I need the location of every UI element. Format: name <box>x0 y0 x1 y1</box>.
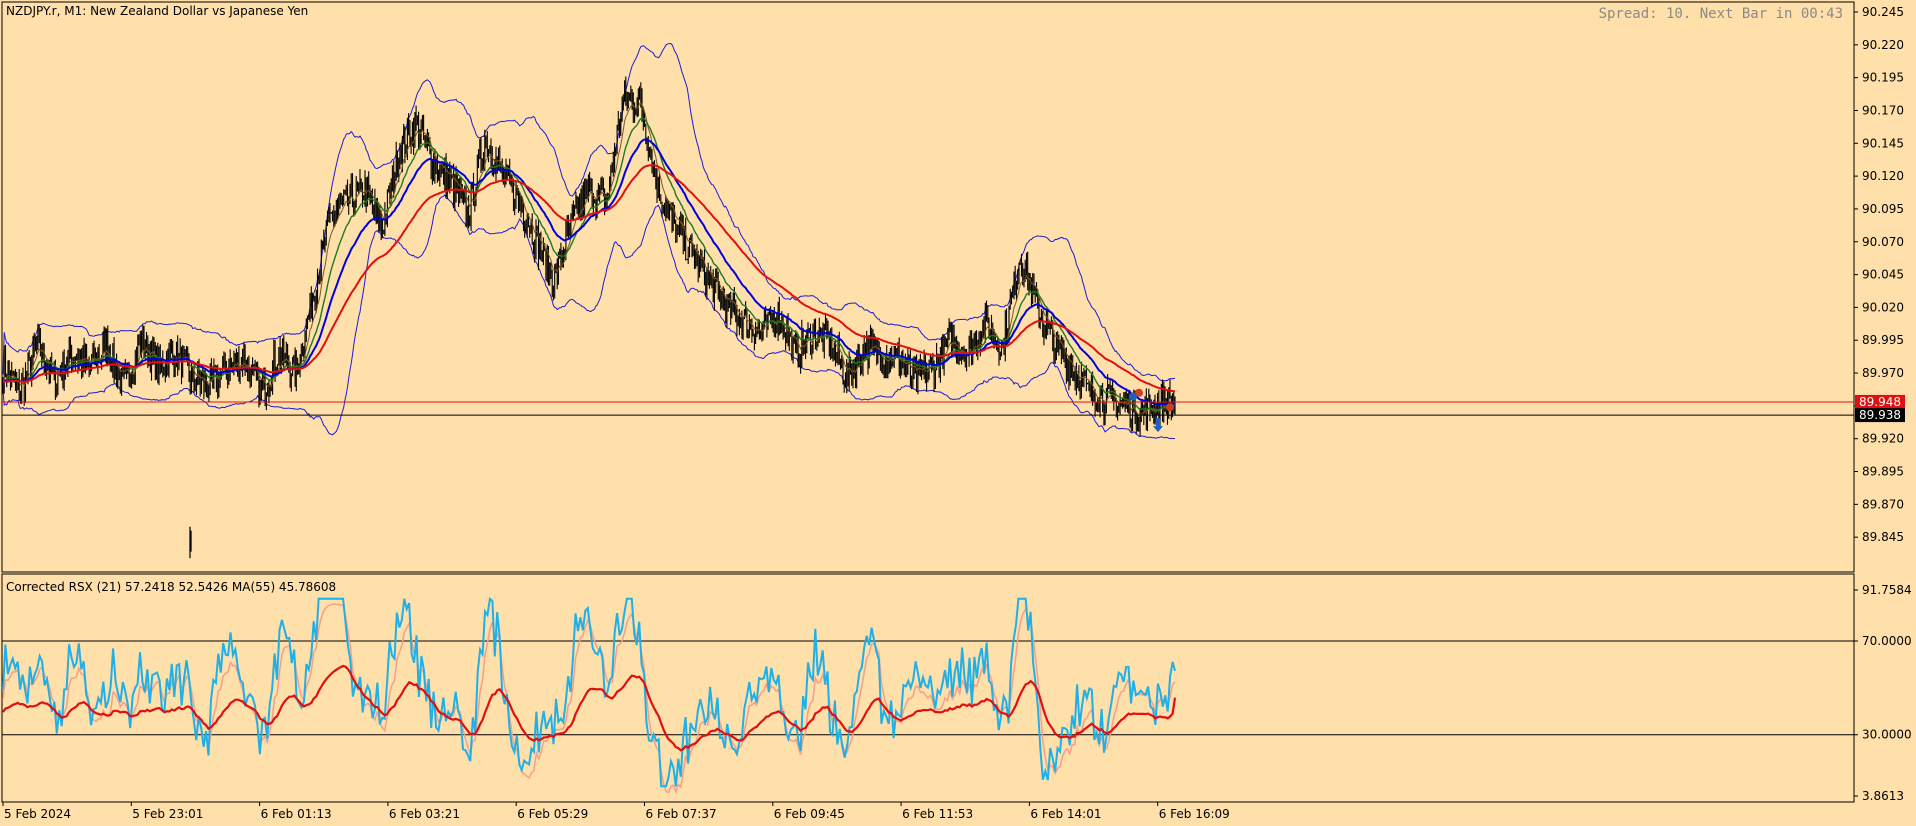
spread-status: Spread: 10. Next Bar in 00:43 <box>1599 6 1843 22</box>
price-tick-label: 89.845 <box>1862 530 1904 544</box>
rsx-title: Corrected RSX (21) 57.2418 52.5426 MA(55… <box>6 580 336 594</box>
price-tick-label: 89.870 <box>1862 497 1904 511</box>
time-tick-label: 6 Feb 09:45 <box>774 807 845 821</box>
time-tick-label: 6 Feb 16:09 <box>1159 807 1230 821</box>
price-tick-label: 89.895 <box>1862 465 1904 479</box>
time-tick-label: 6 Feb 03:21 <box>389 807 460 821</box>
price-tick-label: 90.195 <box>1862 71 1904 85</box>
price-tick-label: 89.995 <box>1862 333 1904 347</box>
rsx-tick-label: 30.0000 <box>1862 728 1912 742</box>
price-tick-label: 89.970 <box>1862 366 1904 380</box>
price-tick-label: 90.070 <box>1862 235 1904 249</box>
time-tick-label: 5 Feb 23:01 <box>132 807 203 821</box>
ask-price-label: 89.938 <box>1859 408 1901 422</box>
symbol-title: NZDJPY.r, M1: New Zealand Dollar vs Japa… <box>6 4 308 18</box>
price-tick-label: 90.145 <box>1862 136 1904 150</box>
time-tick-label: 5 Feb 2024 <box>4 807 71 821</box>
time-tick-label: 6 Feb 07:37 <box>646 807 717 821</box>
time-tick-label: 6 Feb 01:13 <box>261 807 332 821</box>
time-tick-label: 6 Feb 14:01 <box>1030 807 1101 821</box>
price-tick-label: 90.245 <box>1862 5 1904 19</box>
bid-price-label: 89.948 <box>1859 395 1901 409</box>
price-tick-label: 90.045 <box>1862 268 1904 282</box>
trade-marker <box>1166 403 1174 412</box>
trading-chart[interactable]: 90.245 90.220 90.195 90.170 90.145 90.120 90.0… <box>0 0 1916 826</box>
rsx-tick-label: 3.8613 <box>1862 789 1904 803</box>
rsx-tick-label: 91.7584 <box>1862 583 1912 597</box>
price-tick-label: 90.095 <box>1862 202 1904 216</box>
trade-marker <box>1129 392 1137 401</box>
time-tick-label: 6 Feb 05:29 <box>517 807 588 821</box>
price-tick-label: 90.170 <box>1862 103 1904 117</box>
rsx-tick-label: 70.0000 <box>1862 634 1912 648</box>
price-tick-label: 90.220 <box>1862 38 1904 52</box>
chart-background <box>0 0 1916 826</box>
price-tick-label: 90.020 <box>1862 300 1904 314</box>
price-tick-label: 89.920 <box>1862 432 1904 446</box>
time-tick-label: 6 Feb 11:53 <box>902 807 973 821</box>
price-tick-label: 90.120 <box>1862 169 1904 183</box>
